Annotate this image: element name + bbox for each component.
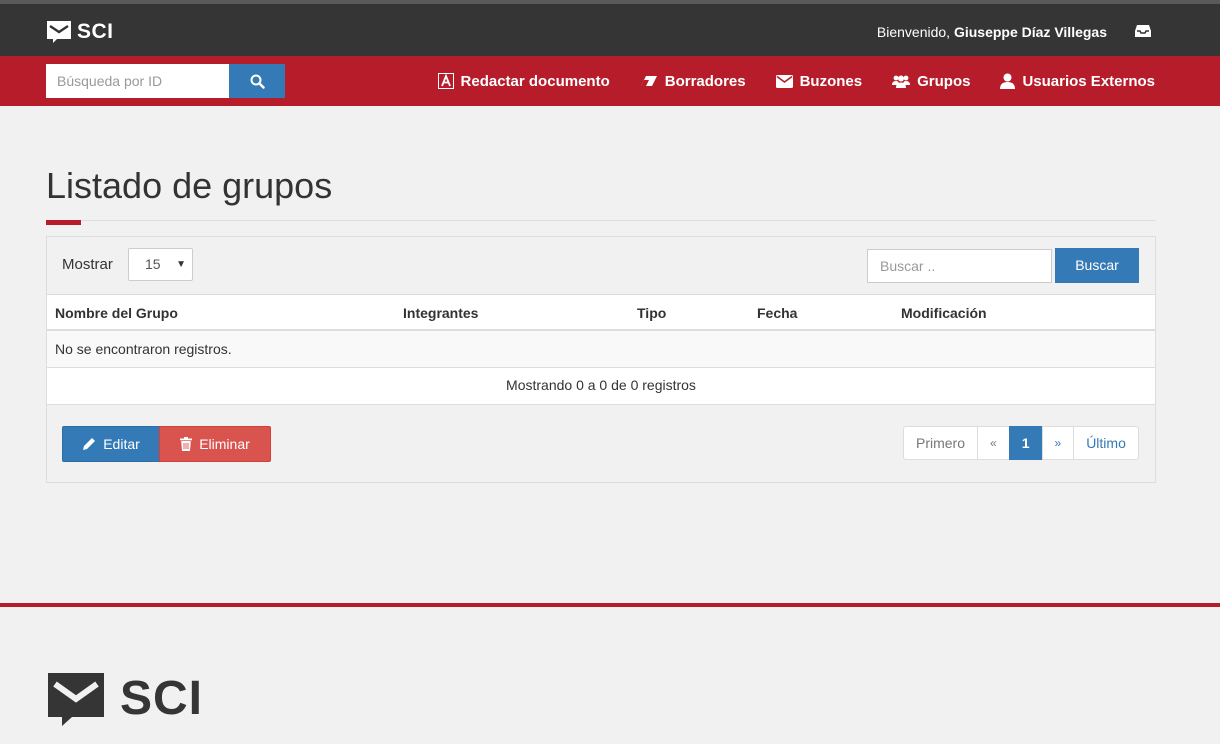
nav-label: Buzones bbox=[799, 72, 863, 90]
column-header-name[interactable]: Nombre del Grupo bbox=[55, 305, 178, 321]
delete-button[interactable]: Eliminar bbox=[159, 426, 271, 462]
brand-name: SCI bbox=[77, 20, 114, 43]
page-last[interactable]: Último bbox=[1073, 426, 1139, 460]
user-name[interactable]: Giuseppe Díaz Villegas bbox=[954, 24, 1107, 40]
envelope-icon bbox=[775, 74, 793, 88]
column-header-members[interactable]: Integrantes bbox=[403, 305, 478, 321]
edit-button[interactable]: Editar bbox=[62, 426, 160, 462]
brand-logo[interactable]: SCI bbox=[46, 20, 114, 44]
eraser-icon bbox=[640, 76, 657, 86]
nav-item-drafts[interactable]: Borradores bbox=[640, 73, 746, 90]
page-next[interactable]: » bbox=[1041, 426, 1075, 460]
page-first[interactable]: Primero bbox=[903, 426, 979, 460]
empty-message: No se encontraron registros. bbox=[47, 331, 1155, 368]
table-header: Nombre del Grupo Integrantes Tipo Fecha … bbox=[47, 294, 1155, 331]
users-icon bbox=[892, 75, 911, 88]
caret-down-icon: ▼ bbox=[176, 259, 186, 270]
delete-label: Eliminar bbox=[199, 436, 250, 452]
page-prev[interactable]: « bbox=[977, 426, 1010, 460]
groups-table: Nombre del Grupo Integrantes Tipo Fecha … bbox=[47, 294, 1155, 405]
title-accent bbox=[46, 220, 81, 225]
records-info: Mostrando 0 a 0 de 0 registros bbox=[47, 368, 1155, 405]
nav-items: Redactar documento Borradores Buzones Gr… bbox=[408, 56, 1155, 106]
user-icon bbox=[1000, 73, 1016, 89]
welcome-prefix: Bienvenido, bbox=[876, 24, 954, 40]
sci-logo-icon bbox=[48, 673, 104, 726]
search-input[interactable]: Buscar .. bbox=[867, 249, 1052, 283]
nav-item-external-users[interactable]: Usuarios Externos bbox=[1000, 73, 1155, 90]
id-search-button[interactable] bbox=[229, 64, 285, 98]
sci-logo-icon bbox=[47, 21, 71, 43]
welcome-text: Bienvenido, Giuseppe Díaz Villegas bbox=[877, 23, 1107, 41]
page-current[interactable]: 1 bbox=[1008, 426, 1043, 460]
footer-logo: SCI bbox=[46, 671, 203, 727]
page-size-value: 15 bbox=[145, 256, 161, 272]
page-title: Listado de grupos bbox=[46, 165, 333, 206]
search-icon bbox=[250, 74, 265, 89]
footer: SCI bbox=[0, 603, 1220, 744]
page-size-label: Mostrar bbox=[62, 256, 113, 273]
column-header-type[interactable]: Tipo bbox=[637, 305, 666, 321]
groups-panel: Mostrar 15 ▼ Buscar .. Buscar Nombre del… bbox=[46, 236, 1156, 483]
nav-item-groups[interactable]: Grupos bbox=[892, 73, 970, 90]
footer-brand-name: SCI bbox=[120, 672, 204, 725]
nav-label: Usuarios Externos bbox=[1022, 72, 1155, 90]
column-header-modified[interactable]: Modificación bbox=[901, 305, 987, 321]
title-divider bbox=[46, 220, 1156, 221]
font-icon bbox=[437, 73, 454, 89]
nav-label: Redactar documento bbox=[460, 72, 610, 90]
pencil-icon bbox=[83, 438, 96, 450]
nav-label: Grupos bbox=[917, 72, 971, 90]
edit-label: Editar bbox=[103, 436, 140, 452]
nav-item-mailboxes[interactable]: Buzones bbox=[775, 72, 863, 90]
main-navbar: Búsqueda por ID Redactar documento Borra… bbox=[0, 56, 1220, 106]
nav-item-compose[interactable]: Redactar documento bbox=[437, 72, 610, 90]
trash-icon bbox=[180, 437, 193, 451]
top-bar: SCI Bienvenido, Giuseppe Díaz Villegas bbox=[0, 0, 1220, 56]
search-button[interactable]: Buscar bbox=[1055, 248, 1139, 283]
inbox-icon[interactable] bbox=[1135, 24, 1151, 38]
id-search-input[interactable]: Búsqueda por ID bbox=[46, 64, 230, 98]
page-size-select[interactable]: 15 ▼ bbox=[128, 248, 193, 281]
nav-label: Borradores bbox=[664, 72, 746, 90]
column-header-date[interactable]: Fecha bbox=[757, 305, 797, 321]
pagination: Primero « 1 » Último bbox=[903, 426, 1139, 460]
